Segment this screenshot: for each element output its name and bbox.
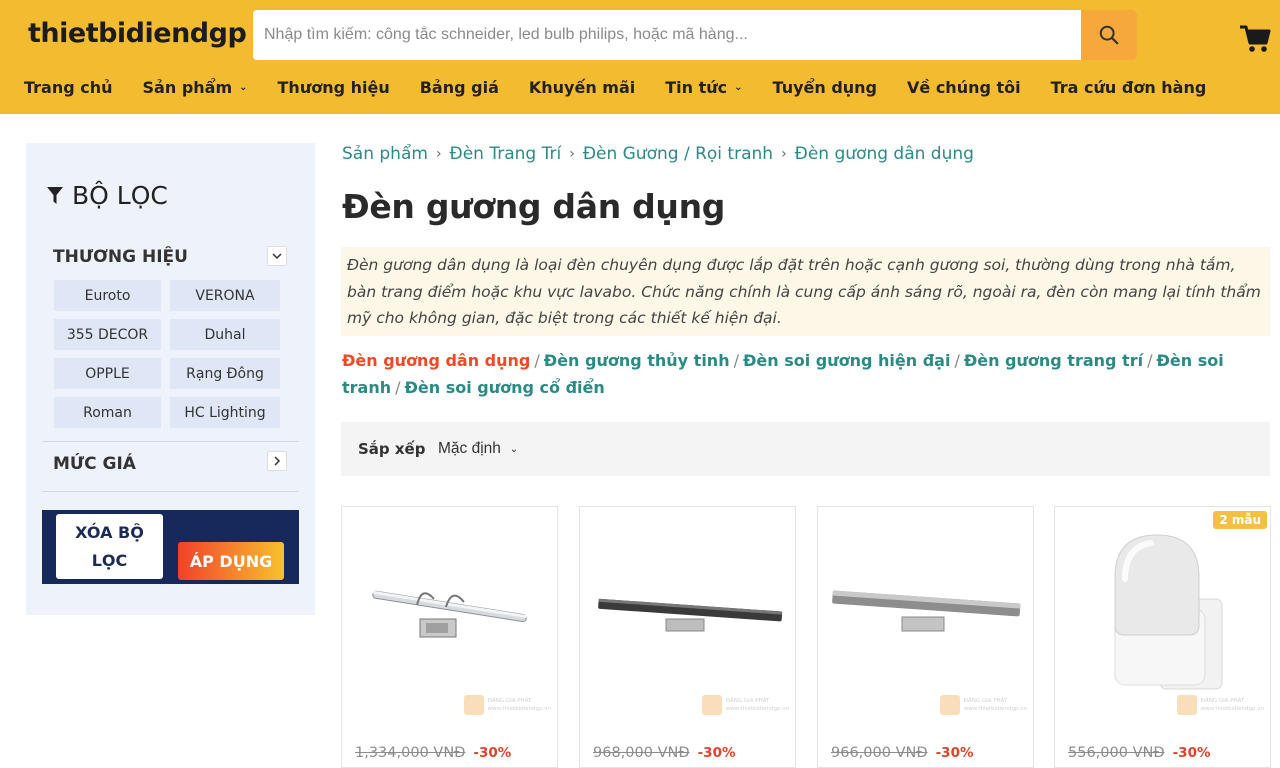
price-row: 556,000 VNĐ -30% bbox=[1068, 745, 1211, 761]
product-card[interactable]: ĐĂNG GIA PHÁT www.thietbidiendgp.vn 968,0… bbox=[579, 506, 796, 768]
breadcrumb-separator-icon: › bbox=[435, 146, 442, 162]
filter-actions: XÓA BỘ LỌC ÁP DỤNG bbox=[42, 510, 299, 584]
brand-option[interactable]: HC Lighting bbox=[170, 397, 280, 428]
product-image bbox=[372, 590, 527, 638]
nav-label: Bảng giá bbox=[419, 77, 499, 97]
watermark: ĐĂNG GIA PHÁT www.thietbidiendgp.vn bbox=[701, 695, 789, 715]
subcategory-link[interactable]: Đèn gương trang trí bbox=[964, 351, 1143, 370]
subcategory-links: Đèn gương dân dụng / Đèn gương thủy tinh / Đ… bbox=[342, 351, 1224, 397]
nav-item-news[interactable]: Tin tức ⌄ bbox=[665, 76, 742, 98]
price-row: 1,334,000 VNĐ -30% bbox=[355, 745, 511, 761]
sort-label: Sắp xếp bbox=[358, 440, 426, 458]
search-button[interactable] bbox=[1081, 10, 1137, 60]
sort-select[interactable]: Mặc định ⌄ bbox=[438, 440, 518, 458]
nav-item-home[interactable]: Trang chủ bbox=[24, 76, 113, 98]
nav-item-about[interactable]: Về chúng tôi bbox=[907, 76, 1021, 98]
nav-label: Thương hiệu bbox=[277, 77, 390, 97]
site-logo[interactable]: thietbidiendgp bbox=[28, 18, 247, 49]
old-price: 966,000 VNĐ bbox=[831, 745, 928, 761]
filter-icon bbox=[47, 186, 63, 204]
nav-label: Trang chủ bbox=[24, 77, 113, 97]
discount-badge: -30% bbox=[697, 745, 736, 761]
nav-item-order-lookup[interactable]: Tra cứu đơn hàng bbox=[1051, 76, 1207, 98]
nav-item-careers[interactable]: Tuyển dụng bbox=[773, 76, 877, 98]
product-card[interactable]: ĐĂNG GIA PHÁT www.thietbidiendgp.vn 966,0… bbox=[817, 506, 1034, 768]
watermark: ĐĂNG GIA PHÁT www.thietbidiendgp.vn bbox=[463, 695, 551, 715]
old-price: 556,000 VNĐ bbox=[1068, 745, 1165, 761]
main-nav: Trang chủ Sản phẩm ⌄ Thương hiệu Bảng giá… bbox=[24, 76, 1236, 98]
cart-button[interactable] bbox=[1238, 22, 1272, 54]
chevron-down-icon bbox=[272, 253, 282, 260]
brand-option[interactable]: 355 DECOR bbox=[54, 319, 161, 350]
product-image bbox=[598, 598, 783, 632]
category-description: Đèn gương dân dụng là loại đèn chuyên dụ… bbox=[341, 247, 1270, 336]
price-row: 968,000 VNĐ -30% bbox=[593, 745, 736, 761]
nav-label: Tuyển dụng bbox=[772, 77, 878, 97]
filter-title-text: BỘ LỌC bbox=[72, 181, 168, 210]
sort-value: Mặc định bbox=[438, 440, 501, 457]
nav-item-price-list[interactable]: Bảng giá bbox=[420, 76, 499, 98]
nav-label: Về chúng tôi bbox=[907, 77, 1021, 97]
brand-option[interactable]: VERONA bbox=[170, 280, 280, 311]
nav-item-brands[interactable]: Thương hiệu bbox=[278, 76, 390, 98]
breadcrumb-link[interactable]: Đèn Gương / Rọi tranh bbox=[583, 144, 773, 164]
nav-label: Tra cứu đơn hàng bbox=[1050, 77, 1207, 97]
nav-label: Tin tức bbox=[665, 77, 728, 97]
brand-option[interactable]: Rạng Đông bbox=[170, 358, 280, 389]
apply-filter-button[interactable]: ÁP DỤNG bbox=[178, 542, 284, 580]
clear-filter-button[interactable]: XÓA BỘ LỌC bbox=[56, 514, 163, 579]
price-section-heading[interactable]: MỨC GIÁ bbox=[53, 454, 136, 474]
breadcrumb-link[interactable]: Đèn Trang Trí bbox=[450, 144, 562, 164]
price-section-toggle[interactable] bbox=[267, 451, 287, 471]
nav-item-promotions[interactable]: Khuyến mãi bbox=[529, 76, 635, 98]
site-header: thietbidiendgp Trang chủ Sản phẩm ⌄ Thươn… bbox=[0, 0, 1280, 114]
divider bbox=[42, 491, 299, 492]
discount-badge: -30% bbox=[935, 745, 974, 761]
discount-badge: -30% bbox=[1172, 745, 1211, 761]
breadcrumb-separator-icon: › bbox=[781, 146, 787, 162]
divider bbox=[42, 441, 299, 442]
brand-option[interactable]: Euroto bbox=[54, 280, 161, 311]
price-row: 966,000 VNĐ -30% bbox=[831, 745, 974, 761]
subcategory-link[interactable]: Đèn soi gương hiện đại bbox=[743, 351, 950, 370]
old-price: 1,334,000 VNĐ bbox=[355, 745, 466, 761]
search-input[interactable] bbox=[253, 10, 1081, 60]
nav-label: Khuyến mãi bbox=[528, 77, 636, 97]
chevron-down-icon: ⌄ bbox=[239, 81, 248, 93]
brand-section-heading[interactable]: THƯƠNG HIỆU bbox=[53, 247, 188, 267]
watermark: ĐĂNG GIA PHÁT www.thietbidiendgp.vn bbox=[939, 695, 1027, 715]
chevron-down-icon: ⌄ bbox=[509, 443, 519, 455]
chevron-right-icon bbox=[274, 456, 281, 466]
brand-section-toggle[interactable] bbox=[267, 246, 287, 266]
brand-option[interactable]: Roman bbox=[54, 397, 161, 428]
chevron-down-icon: ⌄ bbox=[734, 81, 743, 93]
brand-filter-grid: Euroto VERONA 355 DECOR Duhal OPPLE Rạng… bbox=[54, 280, 282, 428]
breadcrumb-link[interactable]: Đèn gương dân dụng bbox=[795, 144, 974, 164]
search-icon bbox=[1099, 25, 1119, 45]
brand-option[interactable]: OPPLE bbox=[54, 358, 161, 389]
old-price: 968,000 VNĐ bbox=[593, 745, 690, 761]
watermark: ĐĂNG GIA PHÁT www.thietbidiendgp.vn bbox=[1176, 695, 1264, 715]
nav-label: Sản phẩm bbox=[142, 77, 233, 97]
page-title: Đèn gương dân dụng bbox=[342, 187, 726, 226]
cart-icon bbox=[1240, 25, 1271, 52]
breadcrumb-separator-icon: › bbox=[569, 146, 575, 162]
product-image bbox=[832, 590, 1021, 632]
nav-item-products[interactable]: Sản phẩm ⌄ bbox=[143, 76, 248, 98]
brand-option[interactable]: Duhal bbox=[170, 319, 280, 350]
sort-bar: Sắp xếp Mặc định ⌄ bbox=[341, 422, 1270, 476]
subcategory-link[interactable]: Đèn gương dân dụng bbox=[342, 351, 530, 370]
breadcrumb: Sản phẩm › Đèn Trang Trí › Đèn Gương / R… bbox=[342, 144, 974, 164]
filter-title: BỘ LỌC bbox=[46, 181, 168, 210]
product-image bbox=[1114, 534, 1223, 690]
breadcrumb-link[interactable]: Sản phẩm bbox=[342, 144, 428, 164]
filter-sidebar: BỘ LỌC THƯƠNG HIỆU Euroto VERONA 355 DEC… bbox=[26, 143, 315, 615]
variant-badge: 2 mẫu bbox=[1213, 511, 1267, 529]
discount-badge: -30% bbox=[473, 745, 512, 761]
product-card[interactable]: 2 mẫu ĐĂNG GIA PHÁT www.thietbidiendgp.vn… bbox=[1054, 506, 1271, 768]
search-bar bbox=[253, 10, 1137, 60]
product-card[interactable]: ĐĂNG GIA PHÁT www.thietbidiendgp.vn 1,334… bbox=[341, 506, 558, 768]
subcategory-link[interactable]: Đèn soi gương cổ điển bbox=[405, 378, 605, 397]
subcategory-link[interactable]: Đèn gương thủy tinh bbox=[544, 351, 730, 370]
